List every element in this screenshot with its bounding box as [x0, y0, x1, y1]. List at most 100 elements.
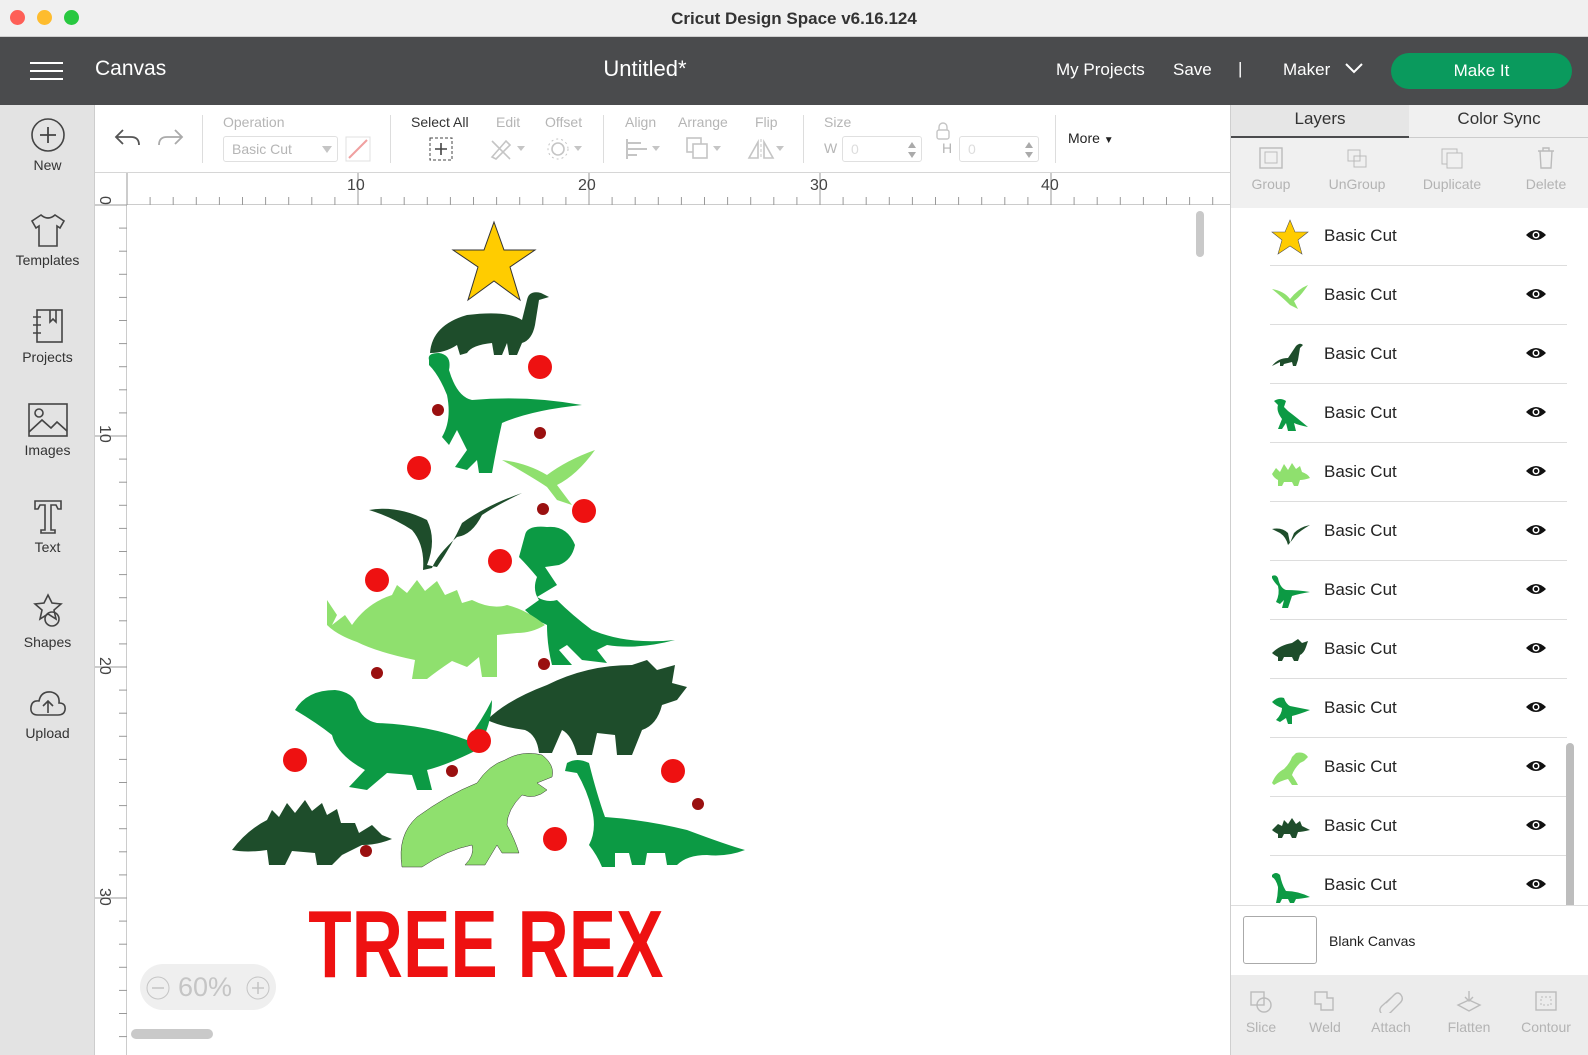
document-title[interactable]: Untitled*	[520, 56, 770, 82]
layer-row[interactable]: Basic Cut	[1270, 444, 1567, 502]
group-icon	[1259, 147, 1283, 169]
layer-row[interactable]: Basic Cut	[1270, 267, 1567, 325]
caret-down-icon: ▼	[1103, 135, 1114, 146]
layer-row[interactable]: Basic Cut	[1270, 798, 1567, 856]
blank-canvas-row[interactable]: Blank Canvas	[1231, 905, 1588, 975]
delete-button[interactable]: Delete	[1515, 146, 1577, 192]
eye-icon[interactable]	[1525, 699, 1547, 715]
eye-icon[interactable]	[1525, 522, 1547, 538]
duplicate-icon	[1441, 148, 1463, 169]
horizontal-scrollbar[interactable]	[131, 1029, 213, 1039]
machine-selector[interactable]: Maker	[1283, 60, 1330, 80]
flip-label: Flip	[755, 114, 778, 130]
contour-button[interactable]: Contour	[1515, 989, 1577, 1035]
layer-row[interactable]: Basic Cut	[1270, 857, 1567, 908]
layer-name: Basic Cut	[1324, 757, 1397, 776]
select-all-icon[interactable]	[428, 136, 454, 162]
layer-name: Basic Cut	[1324, 639, 1397, 658]
cut-color-swatch[interactable]	[345, 136, 371, 162]
contour-label: Contour	[1521, 1019, 1571, 1035]
top-ruler: 10 20 30 40	[95, 173, 1230, 205]
layers-scrollbar[interactable]	[1566, 743, 1574, 908]
sidebar-item-text[interactable]: Text	[0, 485, 95, 569]
eye-icon[interactable]	[1525, 463, 1547, 479]
group-button[interactable]: Group	[1241, 146, 1301, 192]
eye-icon[interactable]	[1525, 404, 1547, 420]
my-projects-link[interactable]: My Projects	[1056, 60, 1145, 80]
layer-name: Basic Cut	[1324, 580, 1397, 599]
sidebar-item-shapes[interactable]: Shapes	[0, 580, 95, 664]
hamburger-menu-icon[interactable]	[30, 59, 63, 83]
sidebar-item-new[interactable]: New	[0, 105, 95, 189]
weld-button[interactable]: Weld	[1303, 989, 1347, 1035]
more-menu-button[interactable]: More ▼	[1068, 130, 1114, 146]
eye-icon[interactable]	[1525, 640, 1547, 656]
eye-icon[interactable]	[1525, 876, 1547, 892]
eye-icon[interactable]	[1525, 227, 1547, 243]
offset-label: Offset	[545, 114, 583, 130]
edit-icon[interactable]	[489, 136, 529, 162]
flip-icon[interactable]	[747, 136, 787, 162]
layer-tools-bar: Slice Weld Attach Flatten Contour	[1231, 975, 1588, 1055]
layer-row[interactable]: Basic Cut	[1270, 385, 1567, 443]
zoom-level: 60%	[178, 972, 233, 1002]
vertical-scrollbar[interactable]	[1196, 211, 1204, 257]
undo-icon[interactable]	[113, 127, 141, 149]
eye-icon[interactable]	[1525, 581, 1547, 597]
slice-button[interactable]: Slice	[1239, 989, 1283, 1035]
tree-rex-text: TREE REX	[308, 891, 663, 998]
ruler-label: 10	[96, 425, 113, 443]
duplicate-button[interactable]: Duplicate	[1416, 146, 1488, 192]
sidebar-item-upload[interactable]: Upload	[0, 675, 95, 759]
sidebar-item-images[interactable]: Images	[0, 390, 95, 474]
layer-row[interactable]: Basic Cut	[1270, 503, 1567, 561]
lock-icon[interactable]	[935, 122, 951, 140]
design-artwork[interactable]: TREE REX	[127, 205, 1230, 1055]
sidebar-item-templates[interactable]: Templates	[0, 200, 95, 284]
zoom-out-icon[interactable]	[146, 976, 170, 1000]
stegosaurus-thumbnail-icon	[1272, 463, 1310, 486]
canvas-workspace[interactable]: TREE REX	[127, 205, 1230, 1055]
layer-name: Basic Cut	[1324, 226, 1397, 245]
eye-icon[interactable]	[1525, 758, 1547, 774]
trex-thumbnail-icon	[1272, 752, 1308, 785]
left-ruler: 0 10 20 30	[95, 196, 127, 1055]
layer-row[interactable]: Basic Cut	[1270, 739, 1567, 797]
ungroup-button[interactable]: UnGroup	[1319, 146, 1395, 192]
redo-icon[interactable]	[157, 127, 185, 149]
layer-row[interactable]: Basic Cut	[1270, 621, 1567, 679]
tab-color-sync[interactable]: Color Sync	[1409, 105, 1588, 138]
layer-name: Basic Cut	[1324, 698, 1397, 717]
sidebar-item-projects[interactable]: Projects	[0, 295, 95, 379]
slice-label: Slice	[1245, 1019, 1277, 1035]
layer-row[interactable]: Basic Cut	[1270, 326, 1567, 384]
chevron-down-icon[interactable]	[1345, 62, 1363, 74]
operation-label: Operation	[223, 114, 285, 130]
eye-icon[interactable]	[1525, 345, 1547, 361]
offset-icon[interactable]	[546, 136, 586, 162]
make-it-button[interactable]: Make It	[1391, 53, 1572, 89]
height-input[interactable]: 0	[959, 136, 1039, 162]
zoom-in-icon[interactable]	[246, 976, 270, 1000]
operation-select[interactable]: Basic Cut	[223, 136, 338, 162]
tab-layers[interactable]: Layers	[1231, 105, 1409, 138]
eye-icon[interactable]	[1525, 817, 1547, 833]
sidebar-item-label: New	[33, 157, 62, 173]
align-icon[interactable]	[624, 136, 664, 162]
left-sidebar: New Templates Projects Images Text Shape…	[0, 105, 95, 1055]
layer-row[interactable]: Basic Cut	[1270, 562, 1567, 620]
layer-name: Basic Cut	[1324, 875, 1397, 894]
width-input[interactable]: 0	[842, 136, 922, 162]
canvas-color-swatch[interactable]	[1243, 916, 1317, 964]
flatten-button[interactable]: Flatten	[1439, 989, 1499, 1035]
trash-icon	[1538, 147, 1554, 169]
height-label: H	[942, 140, 953, 156]
arrange-icon[interactable]	[685, 136, 725, 162]
layer-row[interactable]: Basic Cut	[1270, 680, 1567, 738]
sidebar-item-label: Templates	[15, 252, 80, 268]
cloud-upload-icon	[29, 691, 66, 716]
layer-row[interactable]: Basic Cut	[1270, 208, 1567, 266]
save-button[interactable]: Save	[1173, 60, 1212, 80]
eye-icon[interactable]	[1525, 286, 1547, 302]
attach-button[interactable]: Attach	[1361, 989, 1421, 1035]
